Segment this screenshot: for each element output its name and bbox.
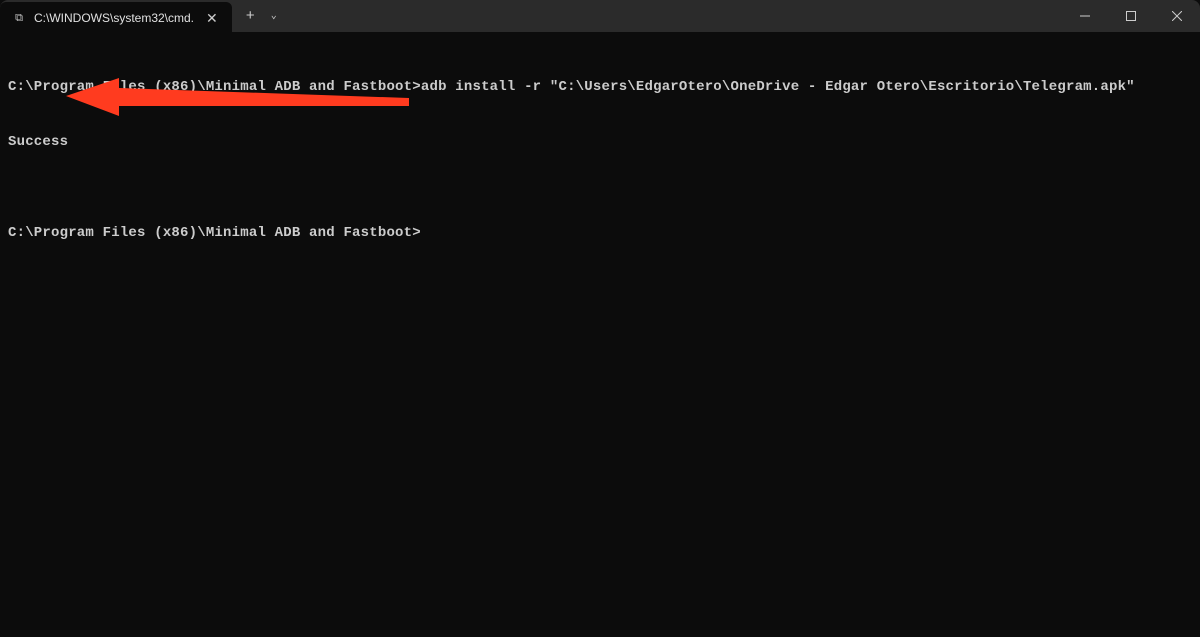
tab-close-button[interactable]: ✕	[202, 9, 222, 27]
titlebar[interactable]: ⧉ C:\WINDOWS\system32\cmd. ✕ + ⌄	[0, 0, 1200, 32]
minimize-button[interactable]	[1062, 0, 1108, 32]
terminal-line-prompt: C:\Program Files (x86)\Minimal ADB and F…	[8, 224, 1192, 242]
tab-title: C:\WINDOWS\system32\cmd.	[34, 11, 194, 25]
cmd-icon: ⧉	[12, 11, 26, 25]
close-button[interactable]	[1154, 0, 1200, 32]
window-controls	[1062, 0, 1200, 32]
terminal-window: ⧉ C:\WINDOWS\system32\cmd. ✕ + ⌄ C:\Prog…	[0, 0, 1200, 637]
maximize-button[interactable]	[1108, 0, 1154, 32]
active-tab[interactable]: ⧉ C:\WINDOWS\system32\cmd. ✕	[0, 2, 232, 34]
terminal-line-command: C:\Program Files (x86)\Minimal ADB and F…	[8, 78, 1192, 96]
terminal-line-output: Success	[8, 133, 1192, 151]
tab-dropdown-button[interactable]: ⌄	[265, 6, 283, 26]
new-tab-button[interactable]: +	[238, 5, 263, 28]
titlebar-left: ⧉ C:\WINDOWS\system32\cmd. ✕ + ⌄	[0, 0, 283, 32]
terminal-body[interactable]: C:\Program Files (x86)\Minimal ADB and F…	[0, 32, 1200, 637]
